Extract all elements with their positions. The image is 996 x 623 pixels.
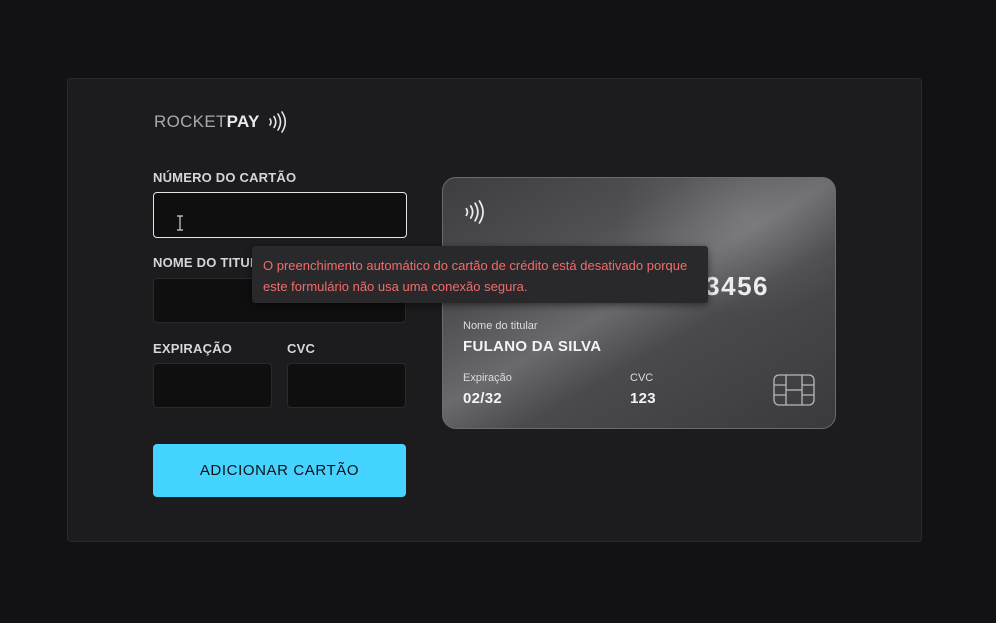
autofill-warning-tooltip: O preenchimento automático do cartão de …: [252, 246, 708, 303]
text-cursor-icon: [177, 215, 183, 231]
contactless-icon: [268, 111, 286, 133]
logo-text-light: ROCKET: [154, 112, 227, 131]
chip-icon: [773, 374, 815, 406]
cvc-label: CVC: [287, 341, 316, 356]
expiration-label: EXPIRAÇÃO: [153, 341, 233, 356]
holder-value: FULANO DA SILVA: [463, 338, 602, 355]
expiration-value: 02/32: [463, 390, 503, 407]
card-preview: 1234 5678 9012 3456 Nome do titular FULA…: [442, 177, 836, 429]
contactless-icon: [465, 200, 484, 224]
add-card-button[interactable]: ADICIONAR CARTÃO: [153, 444, 406, 497]
card-number-input[interactable]: [153, 192, 407, 238]
cvc-value: 123: [630, 390, 656, 407]
rocketpay-logo: ROCKET PAY: [154, 110, 287, 134]
card-number-label: NÚMERO DO CARTÃO: [153, 170, 297, 185]
cvc-caption: CVC: [630, 372, 654, 384]
payment-panel: ROCKET PAY NÚMERO DO CARTÃO NOME DO TITUL…: [67, 78, 922, 542]
cvc-input[interactable]: [287, 363, 406, 408]
holder-caption: Nome do titular: [463, 320, 538, 332]
logo-text-bold: PAY: [226, 112, 260, 131]
expiration-input[interactable]: [153, 363, 272, 408]
expiration-caption: Expiração: [463, 372, 512, 384]
